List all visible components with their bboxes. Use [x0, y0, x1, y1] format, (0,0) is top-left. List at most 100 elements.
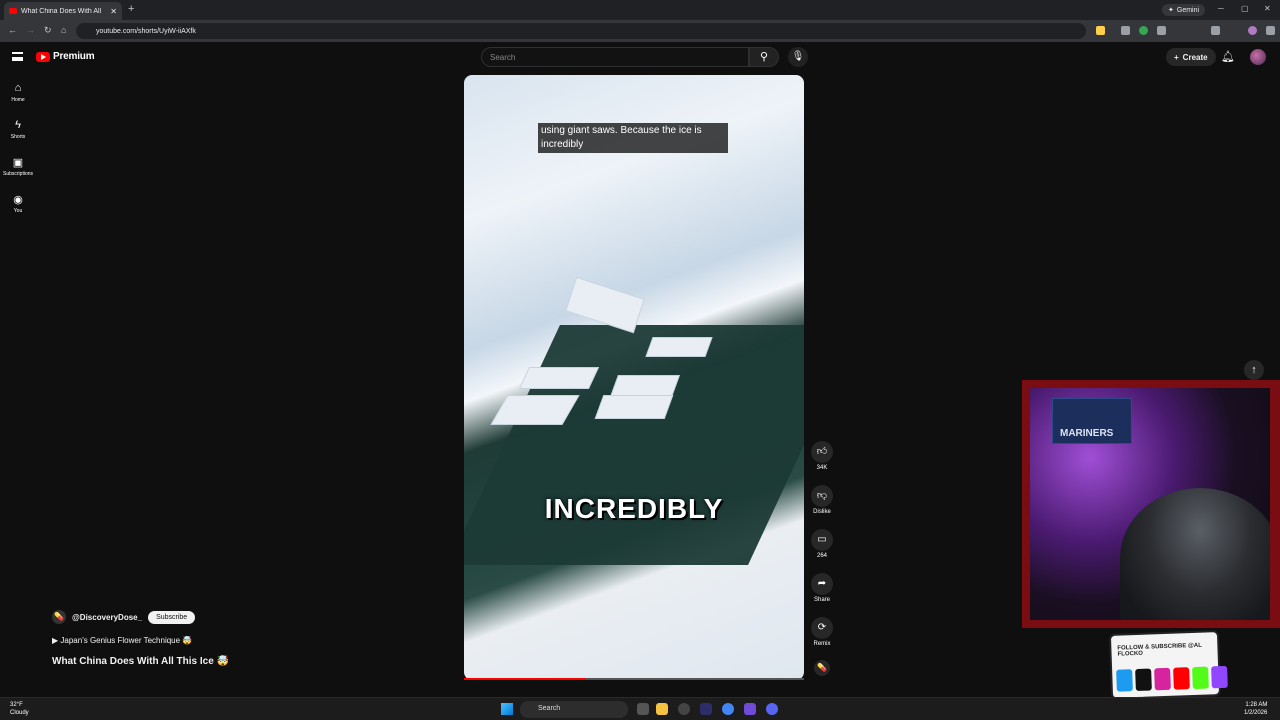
search-button[interactable]: ⚲	[749, 47, 779, 67]
social-follow-sticker: FOLLOW & SUBSCRIBE @AL FLOCKO	[1108, 630, 1228, 700]
webcam-overlay: MARINERS	[1022, 380, 1280, 628]
browser-toolbar: ← → ↻ ⌂ youtube.com/shorts/UyiW-iiAXfk	[0, 20, 1280, 42]
home-icon: ⌂	[14, 82, 22, 94]
sidebar-item-home[interactable]: ⌂ Home	[0, 82, 36, 103]
comments-button[interactable]: ▭ 264	[806, 529, 838, 559]
streamer-figure	[1120, 488, 1270, 620]
instagram-icon	[1154, 667, 1171, 691]
tab-close-icon[interactable]: ✕	[110, 7, 117, 16]
x-icon	[1135, 668, 1152, 692]
remix-button[interactable]: ⟳ Remix	[806, 617, 838, 647]
you-icon: ◉	[13, 194, 23, 206]
extension-icon[interactable]	[1121, 26, 1130, 35]
file-explorer-icon[interactable]	[656, 703, 668, 715]
like-count: 34K	[816, 465, 828, 471]
menu-icon[interactable]	[12, 52, 23, 61]
browser-tab[interactable]: What China Does With All ✕	[4, 2, 122, 20]
social-icons	[1116, 665, 1228, 692]
sidebar-item-label: Subscriptions	[2, 171, 33, 177]
related-video-link[interactable]: ▶ Japan's Genius Flower Technique 🤯	[52, 636, 192, 645]
notifications-bell-icon[interactable]: 🔔︎	[1221, 50, 1235, 63]
maximize-icon[interactable]: ▢	[1241, 4, 1249, 13]
weather-widget[interactable]: 32°F Cloudy	[10, 701, 29, 717]
youtube-icon	[1173, 667, 1190, 690]
voice-search-button[interactable]: 🎙	[788, 47, 808, 67]
channel-name[interactable]: @DiscoveryDose_	[72, 613, 142, 622]
sidebar-item-label: Home	[11, 97, 25, 103]
profile-icon[interactable]	[1248, 26, 1257, 35]
video-progress-bar[interactable]	[464, 678, 804, 680]
url-text: youtube.com/shorts/UyiW-iiAXfk	[96, 27, 196, 35]
youtube-favicon-icon	[9, 8, 17, 14]
dislike-button[interactable]: 👎︎ Dislike	[806, 485, 838, 515]
sidebar-item-shorts[interactable]: ϟ Shorts	[0, 119, 36, 140]
plus-icon: +	[1174, 52, 1179, 62]
app-icon[interactable]	[700, 703, 712, 715]
back-icon[interactable]: ←	[8, 25, 17, 35]
window-close-icon[interactable]: ✕	[1264, 4, 1271, 13]
windows-start-icon[interactable]	[501, 703, 513, 715]
search-icon: ⚲	[759, 51, 769, 63]
reload-icon[interactable]: ↻	[44, 25, 52, 36]
banner-text: MARINERS	[1060, 428, 1114, 439]
address-bar[interactable]: youtube.com/shorts/UyiW-iiAXfk	[76, 23, 1086, 39]
app-icon[interactable]	[744, 703, 756, 715]
logo-text: Premium	[53, 51, 95, 62]
clock-date: 1/2/2026	[1244, 710, 1268, 716]
sidebar-item-you[interactable]: ◉ You	[0, 193, 36, 214]
shorts-icon: ϟ	[15, 119, 21, 131]
tab-title: What China Does With All	[21, 7, 102, 15]
taskbar-search[interactable]: Search	[520, 701, 628, 718]
gemini-label: Gemini	[1176, 6, 1200, 14]
system-clock[interactable]: 1:28 AM 1/2/2026	[1244, 701, 1267, 717]
windows-taskbar: 32°F Cloudy Search 1:28 AM 1/2/2026	[0, 697, 1280, 720]
search-input[interactable]: Search	[481, 47, 749, 67]
ice-block	[645, 337, 713, 357]
create-button[interactable]: + Create	[1166, 48, 1216, 66]
account-avatar[interactable]	[1250, 49, 1266, 65]
share-icon: ➦	[811, 573, 833, 595]
kick-icon	[1192, 666, 1209, 690]
new-tab-icon[interactable]: +	[128, 3, 134, 15]
previous-short-button[interactable]: ↑	[1244, 360, 1264, 380]
chrome-icon[interactable]	[722, 703, 734, 715]
channel-avatar-icon: 💊	[814, 660, 830, 676]
browser-menu-icon[interactable]	[1266, 26, 1275, 35]
remix-icon: ⟳	[811, 617, 833, 639]
comment-count: 264	[816, 553, 827, 559]
related-video-title: Japan's Genius Flower Technique 🤯	[60, 636, 193, 645]
sticker-text: FOLLOW & SUBSCRIBE @AL FLOCKO	[1117, 642, 1202, 658]
extension-green-icon[interactable]	[1139, 26, 1148, 35]
task-view-icon[interactable]	[637, 703, 649, 715]
home-browser-icon[interactable]: ⌂	[61, 25, 66, 35]
subscriptions-icon: ▣	[12, 157, 24, 169]
mic-icon: 🎙	[791, 51, 805, 62]
video-title: What China Does With All This Ice 🤯	[52, 656, 230, 667]
channel-avatar[interactable]: 💊	[52, 610, 66, 624]
sidebar-item-label: Shorts	[10, 134, 26, 140]
youtube-header: Premium Search ⚲ 🎙 + Create 🔔︎	[0, 42, 1280, 74]
extensions-puzzle-icon[interactable]	[1157, 26, 1166, 35]
discord-icon[interactable]	[766, 703, 778, 715]
subscribe-button[interactable]: Subscribe	[148, 610, 196, 624]
app-icon[interactable]	[678, 703, 690, 715]
video-water-area	[464, 325, 804, 565]
youtube-logo[interactable]: Premium	[36, 51, 95, 62]
ice-block	[609, 375, 681, 397]
twitter-icon	[1116, 669, 1133, 692]
webcam-feed: MARINERS	[1030, 388, 1270, 620]
forward-icon[interactable]: →	[26, 25, 35, 35]
share-button[interactable]: ➦ Share	[806, 573, 838, 603]
short-video-player[interactable]: using giant saws. Because the ice is inc…	[464, 75, 804, 680]
arrow-up-icon: ↑	[1251, 364, 1257, 376]
like-button[interactable]: 👍︎ 34K	[806, 441, 838, 471]
minimize-icon[interactable]: ─	[1218, 4, 1224, 13]
download-icon[interactable]	[1211, 26, 1220, 35]
sidebar-item-subscriptions[interactable]: ▣ Subscriptions	[0, 156, 36, 177]
twitch-icon	[1211, 665, 1228, 689]
bookmark-star-icon[interactable]	[1096, 26, 1105, 35]
comment-icon: ▭	[811, 529, 833, 551]
gemini-button[interactable]: ✦ Gemini	[1162, 4, 1206, 16]
channel-thumbnail-button[interactable]: 💊	[806, 660, 838, 676]
video-progress-fill	[464, 678, 587, 680]
